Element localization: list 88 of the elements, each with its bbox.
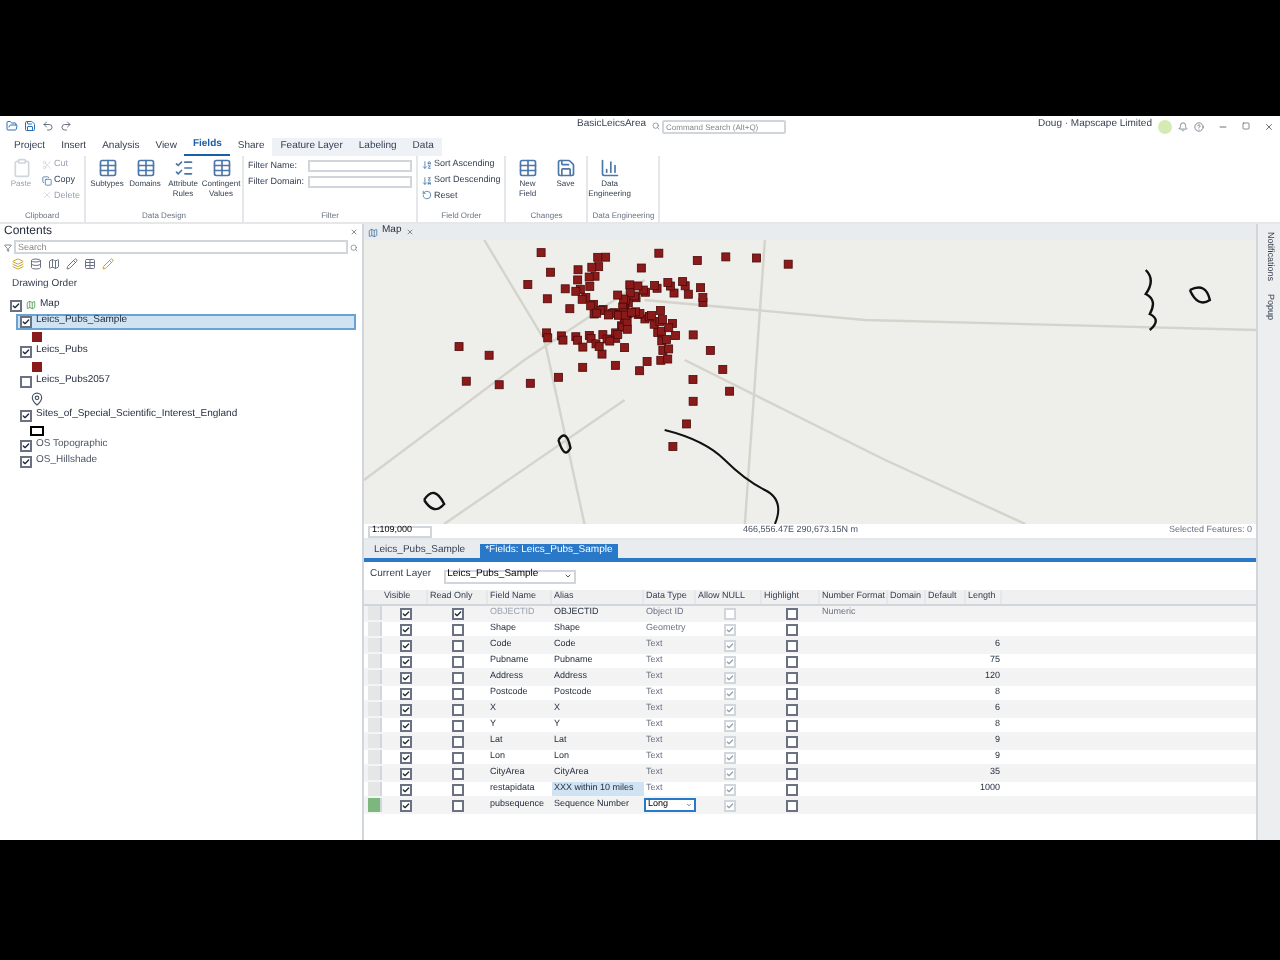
checkbox[interactable] bbox=[452, 735, 464, 747]
restore-icon[interactable] bbox=[1242, 122, 1250, 130]
checkbox[interactable] bbox=[10, 299, 22, 311]
map-drawing[interactable] bbox=[364, 240, 1256, 524]
checkbox[interactable] bbox=[785, 639, 797, 651]
copy-icon bbox=[42, 175, 52, 186]
checkbox[interactable] bbox=[452, 799, 464, 811]
checkbox[interactable] bbox=[723, 719, 735, 731]
checkbox[interactable] bbox=[20, 409, 32, 421]
checkbox[interactable] bbox=[452, 751, 464, 763]
sort-descending-icon bbox=[422, 175, 433, 186]
checkbox[interactable] bbox=[723, 687, 735, 699]
checkbox[interactable] bbox=[399, 671, 411, 683]
checkbox[interactable] bbox=[785, 703, 797, 715]
checkbox[interactable] bbox=[399, 735, 411, 747]
pencil-icon[interactable] bbox=[66, 258, 78, 270]
checkbox[interactable] bbox=[723, 671, 735, 683]
checkbox[interactable] bbox=[452, 719, 464, 731]
checkbox[interactable] bbox=[399, 687, 411, 699]
checkbox[interactable] bbox=[785, 799, 797, 811]
checkbox[interactable] bbox=[399, 703, 411, 715]
table-icon bbox=[97, 158, 118, 178]
checkbox[interactable] bbox=[452, 639, 464, 651]
checkbox[interactable] bbox=[399, 639, 411, 651]
checkbox[interactable] bbox=[785, 751, 797, 763]
search-icon bbox=[350, 243, 358, 251]
checkbox[interactable] bbox=[723, 799, 735, 811]
checkbox[interactable] bbox=[723, 703, 735, 715]
reset-icon bbox=[422, 190, 433, 201]
checkbox[interactable] bbox=[452, 687, 464, 699]
checkbox[interactable] bbox=[452, 607, 464, 619]
bell-icon[interactable] bbox=[1178, 121, 1188, 131]
map-icon bbox=[368, 227, 378, 237]
checkbox[interactable] bbox=[785, 623, 797, 635]
checkbox[interactable] bbox=[785, 655, 797, 667]
filter-field[interactable] bbox=[308, 176, 413, 189]
checkbox[interactable] bbox=[723, 655, 735, 667]
checkbox[interactable] bbox=[20, 315, 32, 327]
checkbox[interactable] bbox=[20, 455, 32, 467]
redo-icon[interactable] bbox=[60, 120, 72, 132]
list-icon bbox=[173, 158, 194, 178]
checkbox[interactable] bbox=[785, 687, 797, 699]
checkbox[interactable] bbox=[399, 719, 411, 731]
checkbox[interactable] bbox=[399, 751, 411, 763]
search-icon bbox=[652, 122, 661, 130]
chart-icon bbox=[599, 158, 620, 178]
checkbox[interactable] bbox=[785, 735, 797, 747]
checkbox[interactable] bbox=[399, 655, 411, 667]
checkbox[interactable] bbox=[20, 375, 32, 387]
checkbox[interactable] bbox=[785, 671, 797, 683]
table-icon bbox=[211, 158, 232, 178]
checkbox[interactable] bbox=[723, 767, 735, 779]
checkbox[interactable] bbox=[399, 767, 411, 779]
filter-field[interactable] bbox=[308, 160, 413, 173]
checkbox[interactable] bbox=[20, 345, 32, 357]
paste-icon bbox=[11, 158, 31, 178]
checkbox[interactable] bbox=[399, 799, 411, 811]
table-icon[interactable] bbox=[84, 258, 96, 270]
table-icon bbox=[517, 158, 538, 178]
checkbox[interactable] bbox=[785, 607, 797, 619]
scissors-icon bbox=[42, 159, 52, 170]
checkbox[interactable] bbox=[399, 623, 411, 635]
checkbox[interactable] bbox=[399, 607, 411, 619]
checkbox[interactable] bbox=[452, 783, 464, 795]
checkbox[interactable] bbox=[723, 623, 735, 635]
checkbox[interactable] bbox=[399, 783, 411, 795]
checkbox[interactable] bbox=[785, 783, 797, 795]
database-icon[interactable] bbox=[30, 258, 42, 270]
checkbox[interactable] bbox=[452, 671, 464, 683]
checkbox[interactable] bbox=[785, 767, 797, 779]
checkbox[interactable] bbox=[723, 735, 735, 747]
checkbox[interactable] bbox=[723, 639, 735, 651]
checkbox[interactable] bbox=[723, 751, 735, 763]
checkbox[interactable] bbox=[452, 703, 464, 715]
save-icon[interactable] bbox=[24, 120, 36, 132]
checkbox[interactable] bbox=[785, 719, 797, 731]
sort-ascending-icon bbox=[422, 159, 433, 170]
open-project-icon[interactable] bbox=[6, 120, 18, 132]
map-icon[interactable] bbox=[48, 258, 60, 270]
filter-icon[interactable] bbox=[4, 243, 12, 251]
checkbox[interactable] bbox=[452, 655, 464, 667]
save-icon bbox=[555, 158, 576, 178]
checkbox[interactable] bbox=[452, 623, 464, 635]
table-icon bbox=[135, 158, 156, 178]
checkbox[interactable] bbox=[20, 439, 32, 451]
checkbox[interactable] bbox=[723, 783, 735, 795]
checkbox[interactable] bbox=[452, 767, 464, 779]
undo-icon[interactable] bbox=[42, 120, 54, 132]
